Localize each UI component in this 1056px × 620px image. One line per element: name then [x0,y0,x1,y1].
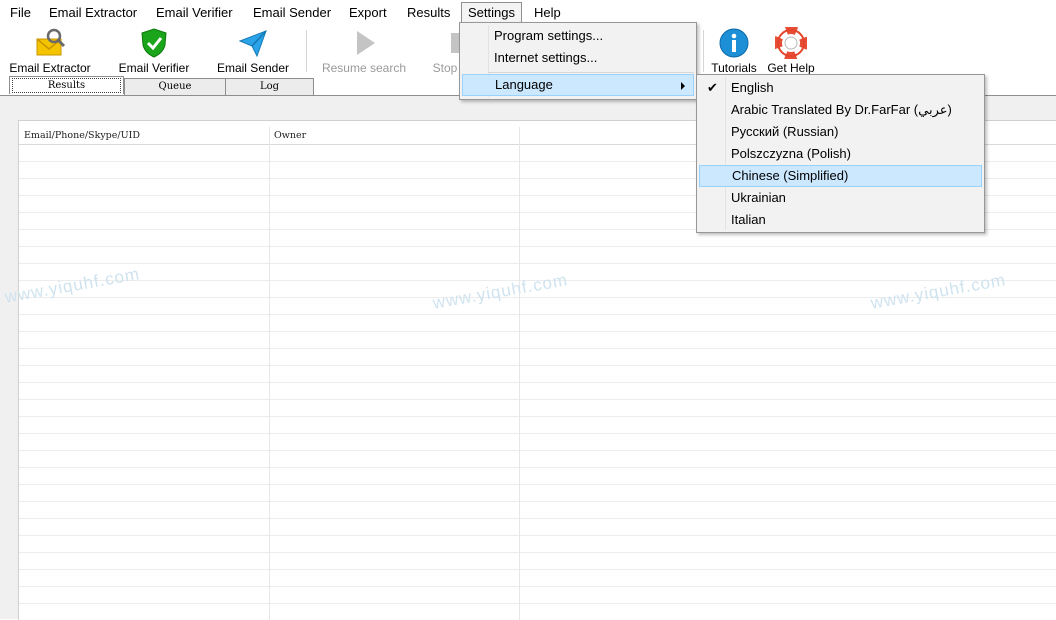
stop-button[interactable]: Stop [428,24,462,76]
email-extractor-icon [36,28,66,56]
menu-help[interactable]: Help [534,4,561,22]
language-submenu: ✔ English Arabic Translated By Dr.FarFar… [696,74,985,233]
menu-results[interactable]: Results [407,4,450,22]
shield-check-icon [141,28,167,58]
language-english[interactable]: ✔ English [699,77,982,99]
language-italian[interactable]: Italian [699,209,982,231]
menu-email-verifier[interactable]: Email Verifier [156,4,233,22]
language-chinese-simplified[interactable]: Chinese (Simplified) [699,165,982,187]
language-item-label: Language [495,77,553,92]
email-extractor-button[interactable]: Email Extractor [8,24,92,76]
resume-search-label: Resume search [321,61,407,75]
language-ukrainian[interactable]: Ukrainian [699,187,982,209]
menu-export[interactable]: Export [349,4,387,22]
column-divider [269,127,270,620]
email-verifier-label: Email Verifier [118,61,190,75]
info-icon [719,28,749,58]
email-verifier-button[interactable]: Email Verifier [114,24,194,76]
program-settings-item[interactable]: Program settings... [462,25,694,47]
toolbar-separator [703,30,704,72]
submenu-arrow-icon [681,82,685,90]
play-icon [357,31,375,55]
tab-queue[interactable]: Queue [124,78,226,96]
menu-bar: File Email Extractor Email Verifier Emai… [0,0,1056,24]
email-extractor-label: Email Extractor [9,61,91,75]
settings-dropdown: Program settings... Internet settings...… [459,22,697,100]
tab-results-label: Results [12,78,121,93]
menu-settings[interactable]: Settings [461,2,522,23]
column-header-owner[interactable]: Owner [269,127,519,144]
tab-results[interactable]: Results [9,76,124,94]
toolbar-separator [306,30,307,72]
language-arabic[interactable]: Arabic Translated By Dr.FarFar (عربي) [699,99,982,121]
checkmark-icon: ✔ [707,80,718,95]
tutorials-button[interactable]: Tutorials [708,24,760,76]
lifebuoy-icon [775,27,807,59]
menu-email-sender[interactable]: Email Sender [253,4,331,22]
column-header-email[interactable]: Email/Phone/Skype/UID [19,127,269,144]
language-russian[interactable]: Русский (Russian) [699,121,982,143]
stop-label: Stop [432,61,458,75]
get-help-button[interactable]: Get Help [764,24,818,76]
get-help-label: Get Help [767,61,815,75]
resume-search-button[interactable]: Resume search [320,24,408,76]
column-divider [519,127,520,620]
menu-file[interactable]: File [10,4,31,22]
email-sender-button[interactable]: Email Sender [213,24,293,76]
language-english-label: English [731,80,774,95]
stop-icon [451,33,459,53]
paper-plane-icon [238,30,267,58]
menu-separator [488,72,694,73]
tab-log[interactable]: Log [225,78,314,96]
internet-settings-item[interactable]: Internet settings... [462,47,694,69]
language-polish[interactable]: Polszczyzna (Polish) [699,143,982,165]
email-sender-label: Email Sender [216,61,290,75]
tutorials-label: Tutorials [711,61,757,75]
language-item[interactable]: Language [462,74,694,96]
menu-email-extractor[interactable]: Email Extractor [49,4,137,22]
